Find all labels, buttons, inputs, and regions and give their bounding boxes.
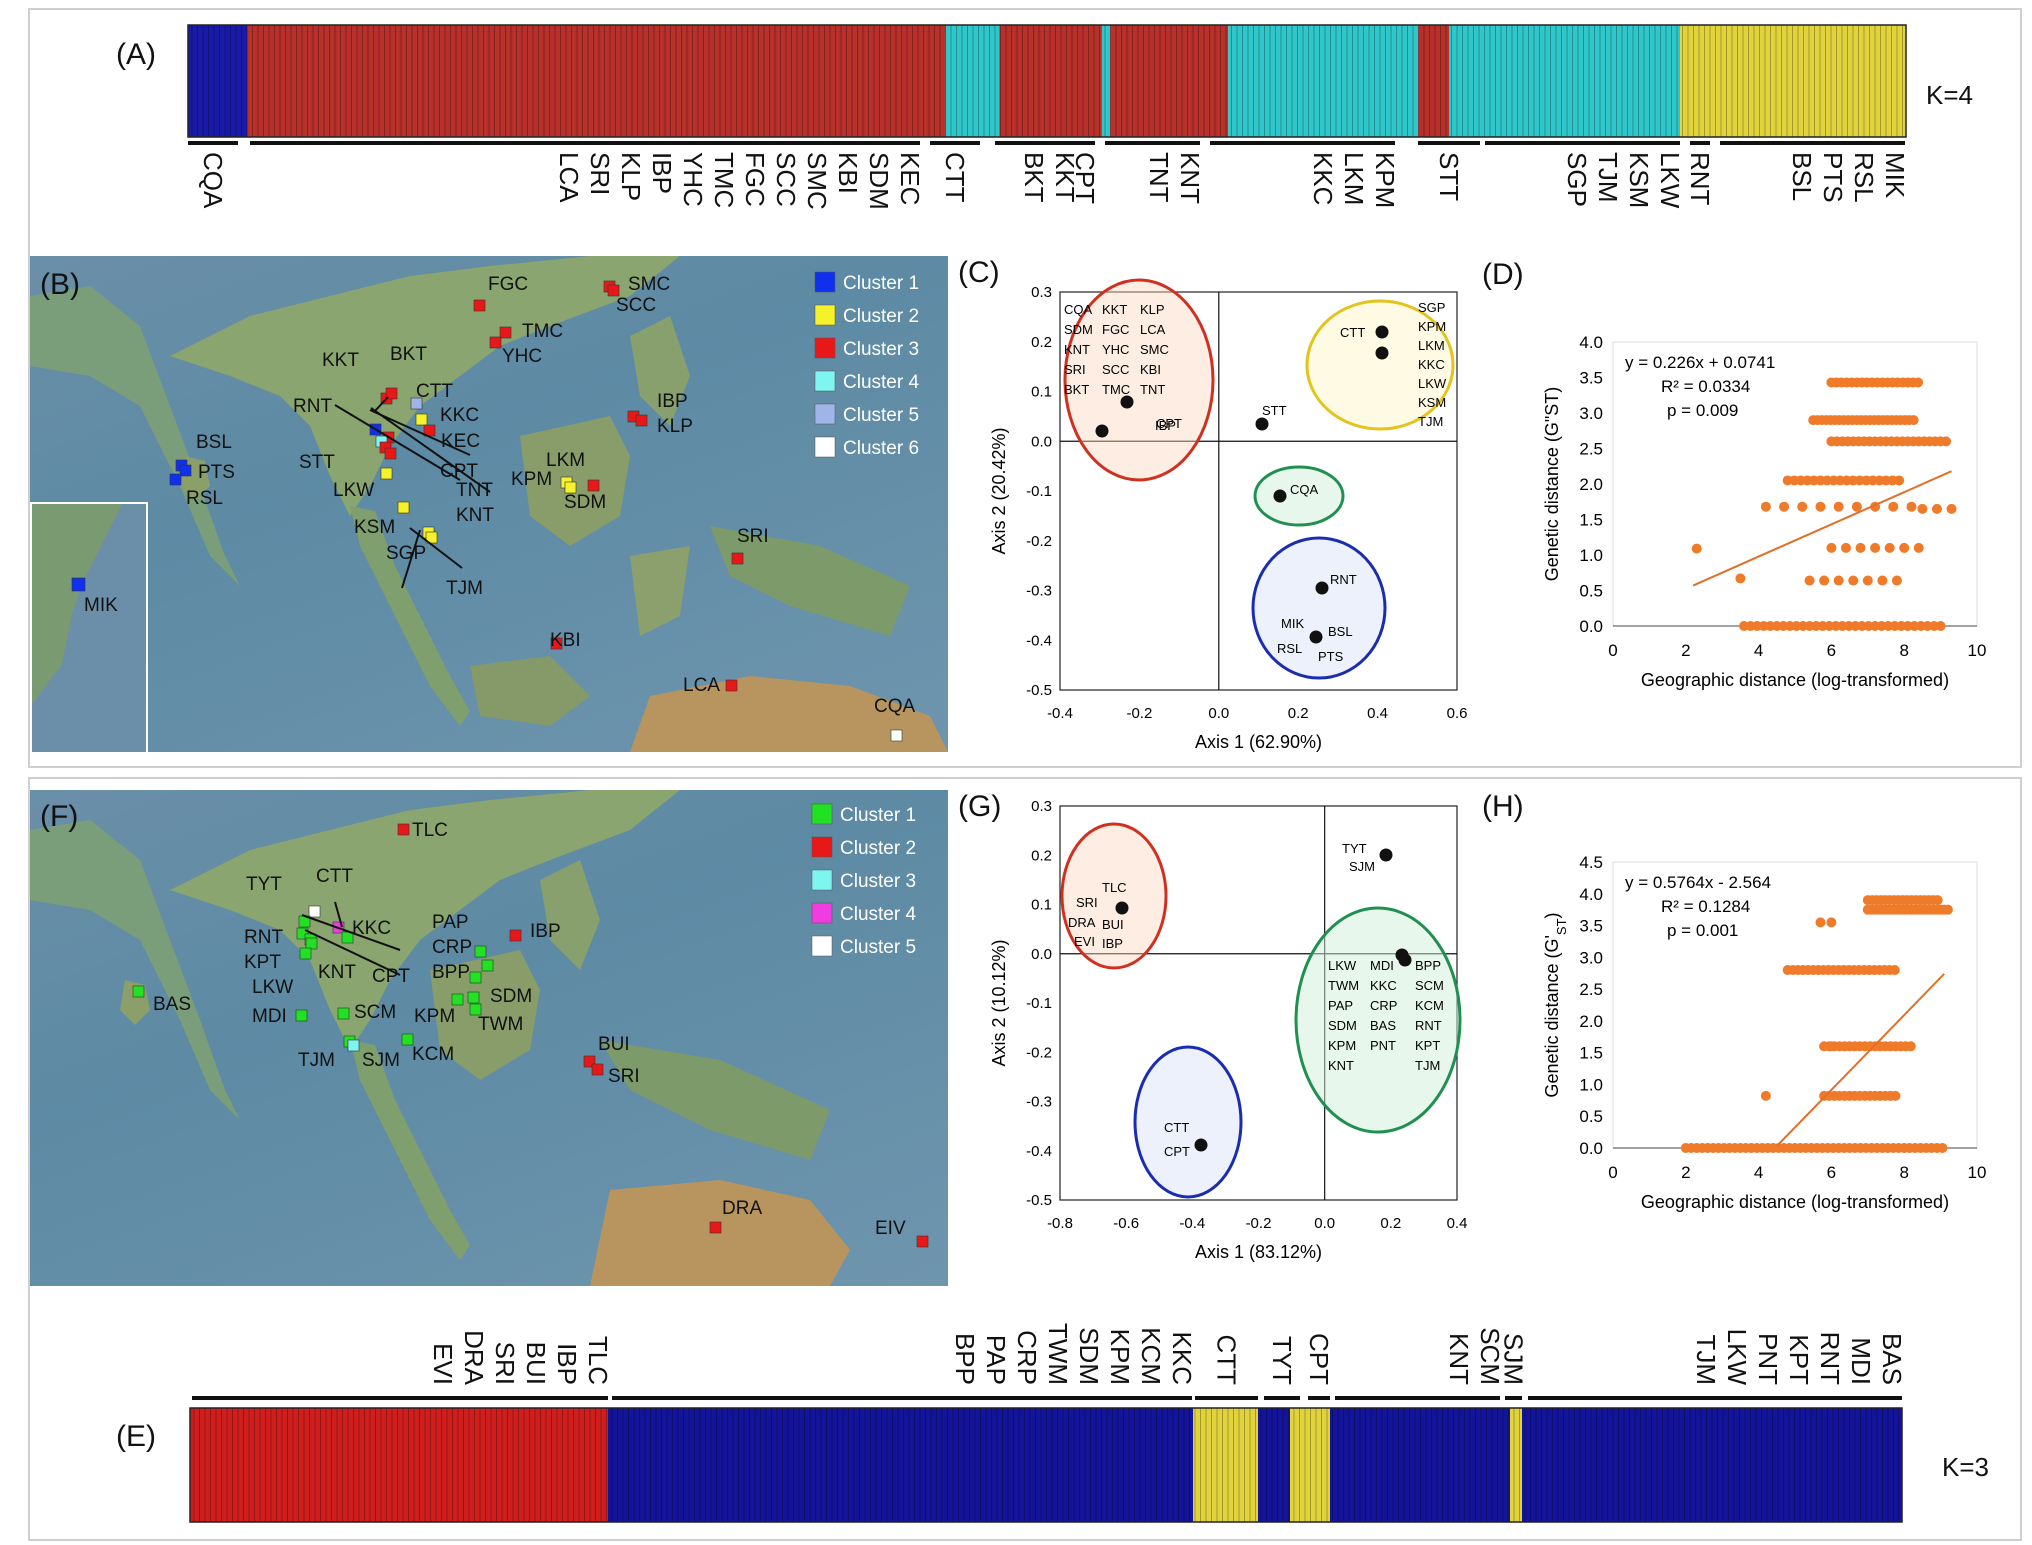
structure-bar-e: EVI DRA SRI BUI IBP TLC BPP PAP CRP TWM SDM KPM KCM K…: [189, 1323, 1907, 1523]
population-label: PNT: [1753, 1333, 1783, 1385]
population-label: LKW: [1722, 1329, 1752, 1386]
population-label: BPP: [950, 1333, 980, 1385]
population-label: KPM: [1105, 1329, 1135, 1385]
population-label: BUI: [521, 1342, 551, 1385]
population-label: SDM: [1074, 1327, 1104, 1385]
population-label: IBP: [552, 1343, 582, 1385]
population-label: PAP: [981, 1335, 1011, 1385]
population-label: BAS: [1877, 1333, 1907, 1385]
population-label: TYT: [1267, 1336, 1297, 1385]
structure-block-0: [190, 1408, 608, 1522]
population-label: KCM: [1136, 1327, 1166, 1385]
population-label: CRP: [1012, 1330, 1042, 1385]
population-label: KNT: [1444, 1333, 1474, 1385]
k3-label: K=3: [1942, 1452, 1989, 1482]
population-label: KPT: [1784, 1334, 1814, 1385]
population-label: MDI: [1846, 1337, 1876, 1385]
structure-block-3: [1258, 1408, 1290, 1522]
population-label: SRI: [490, 1342, 520, 1385]
panel-f-label: (F): [40, 800, 79, 833]
structure-block-2: [1193, 1408, 1258, 1522]
population-label: CTT: [1212, 1334, 1242, 1385]
structure-block-1: [608, 1408, 1193, 1522]
population-label: SJM: [1499, 1333, 1529, 1385]
population-label: DRA: [459, 1330, 489, 1386]
population-label: TJM: [1691, 1334, 1721, 1385]
population-label: KKC: [1167, 1332, 1197, 1385]
population-label: TWM: [1043, 1323, 1073, 1385]
population-label: EVI: [428, 1343, 458, 1385]
structure-block-6: [1510, 1408, 1522, 1522]
population-label: TLC: [583, 1336, 613, 1385]
panel-b-label: (B): [40, 268, 80, 301]
population-label: CPT: [1304, 1333, 1334, 1385]
population-label: RNT: [1815, 1332, 1845, 1386]
